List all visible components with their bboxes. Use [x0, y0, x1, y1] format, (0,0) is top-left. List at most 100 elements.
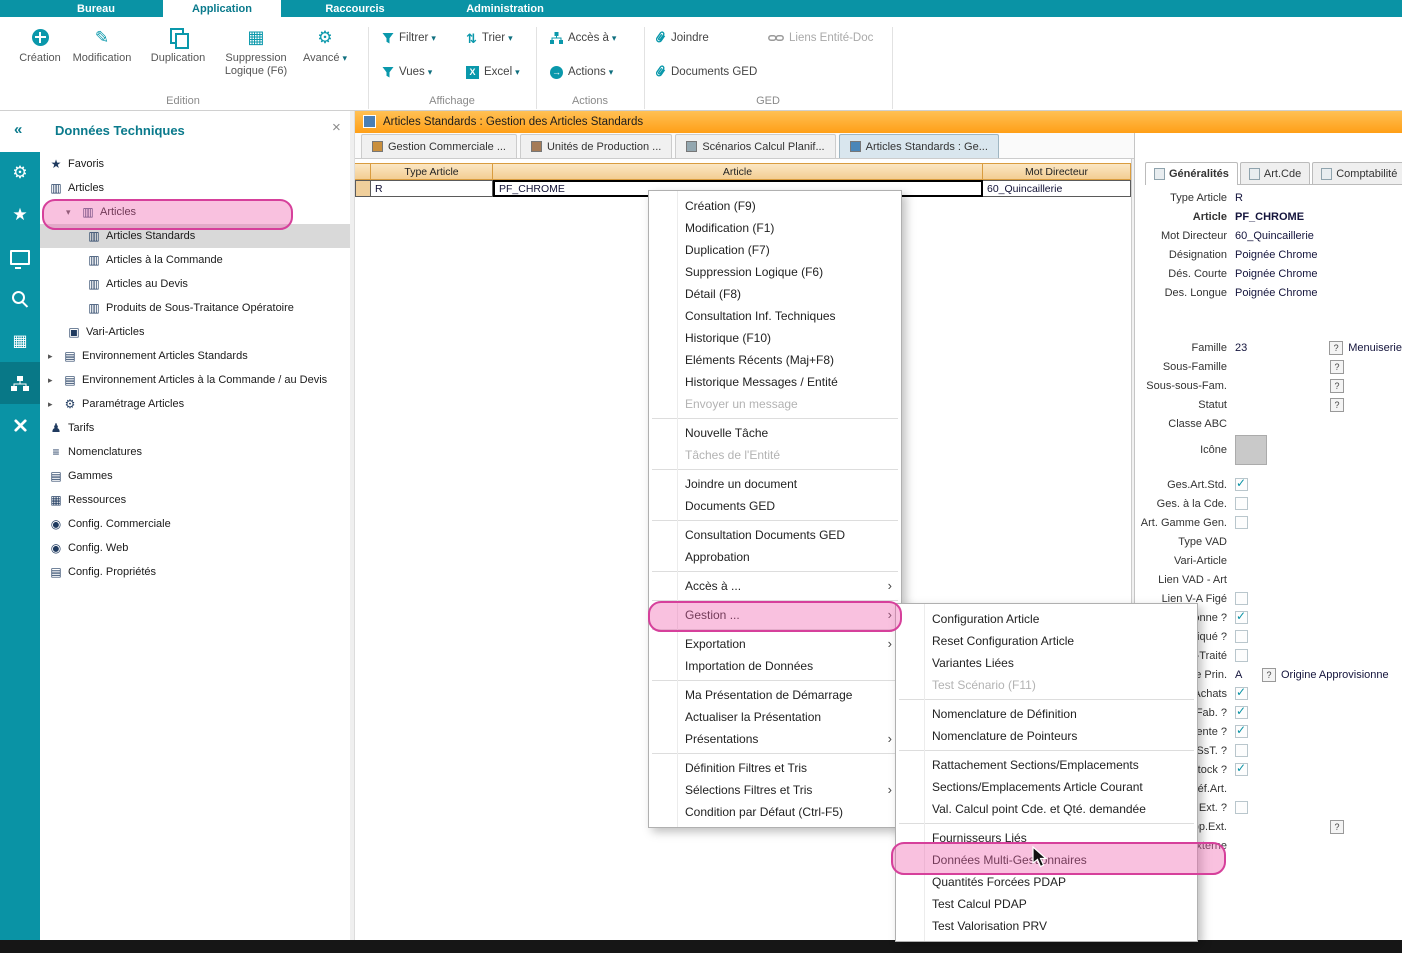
help-icon[interactable]: [1329, 341, 1343, 355]
help-icon[interactable]: [1330, 379, 1344, 393]
access-button[interactable]: Accès à: [546, 28, 620, 48]
column-header[interactable]: Type Article: [371, 163, 493, 180]
checkbox[interactable]: [1235, 687, 1248, 700]
submenu-item[interactable]: Test Valorisation PRV: [896, 915, 1197, 937]
field-value[interactable]: Poignée Chrome: [1235, 249, 1318, 261]
tree-item[interactable]: ◉ Config. Commerciale: [40, 512, 350, 536]
views-button[interactable]: Vues: [378, 62, 436, 82]
field-value[interactable]: Poignée Chrome: [1235, 268, 1318, 280]
checkbox[interactable]: [1235, 725, 1248, 738]
column-header[interactable]: Mot Directeur: [983, 163, 1131, 180]
checkbox[interactable]: [1235, 497, 1248, 510]
field-value[interactable]: Poignée Chrome: [1235, 287, 1318, 299]
context-menu-item[interactable]: Présentations ›: [649, 728, 901, 750]
properties-tab[interactable]: Généralités: [1145, 162, 1238, 185]
tree-expander-icon[interactable]: ▾: [66, 207, 80, 218]
context-menu-item[interactable]: Modification (F1): [649, 217, 901, 239]
submenu-item[interactable]: Variantes Liées: [896, 652, 1197, 674]
advanced-button[interactable]: ⚙ Avancé: [294, 24, 356, 65]
submenu-item[interactable]: Configuration Article: [896, 608, 1197, 630]
tree-item[interactable]: ▣ Vari-Articles: [40, 320, 350, 344]
settings-icon[interactable]: ⚙: [0, 152, 40, 194]
submenu-item[interactable]: Nomenclature de Définition: [896, 703, 1197, 725]
document-tab[interactable]: Gestion Commerciale ...: [361, 134, 517, 158]
field-value[interactable]: PF_CHROME: [1235, 211, 1304, 223]
submenu-item[interactable]: Rattachement Sections/Emplacements: [896, 754, 1197, 776]
context-menu-item[interactable]: Joindre un document: [649, 473, 901, 495]
monitor-icon[interactable]: [0, 236, 40, 278]
filter-button[interactable]: Filtrer: [378, 28, 440, 48]
tree-item[interactable]: ♟ Tarifs: [40, 416, 350, 440]
context-menu-item[interactable]: Création (F9): [649, 195, 901, 217]
tree-item[interactable]: ▥ Articles à la Commande: [40, 248, 350, 272]
context-menu-item[interactable]: Ma Présentation de Démarrage: [649, 684, 901, 706]
context-menu-item[interactable]: Définition Filtres et Tris: [649, 757, 901, 779]
tree-item[interactable]: ★ Favoris: [40, 152, 350, 176]
checkbox[interactable]: [1235, 763, 1248, 776]
help-icon[interactable]: [1330, 360, 1344, 374]
tree-item[interactable]: ▸ ▤ Environnement Articles Standards: [40, 344, 350, 368]
tree-item[interactable]: ▾ ▥ Articles: [40, 200, 350, 224]
context-menu-item[interactable]: Consultation Documents GED: [649, 524, 901, 546]
submenu-item[interactable]: Quantités Forcées PDAP: [896, 871, 1197, 893]
column-header[interactable]: Article: [493, 163, 983, 180]
row-selector-cell[interactable]: [355, 180, 371, 197]
logical-delete-button[interactable]: ▦ Suppression Logique (F6): [218, 24, 294, 77]
context-menu-item[interactable]: Condition par Défaut (Ctrl-F5): [649, 801, 901, 823]
tree-item[interactable]: ▥ Articles Standards: [40, 224, 350, 248]
document-tab[interactable]: Scénarios Calcul Planif...: [675, 134, 835, 158]
field-value[interactable]: R: [1235, 192, 1243, 204]
tree-item[interactable]: ▤ Gammes: [40, 464, 350, 488]
icon-placeholder-box[interactable]: [1235, 435, 1267, 465]
context-menu-item[interactable]: Exportation ›: [649, 633, 901, 655]
context-menu-item[interactable]: Consultation Inf. Techniques: [649, 305, 901, 327]
hierarchy-module-icon[interactable]: [0, 362, 40, 404]
help-icon[interactable]: [1262, 668, 1276, 682]
field-value[interactable]: 60_Quincaillerie: [1235, 230, 1314, 242]
cell-mot-directeur[interactable]: 60_Quincaillerie: [983, 180, 1131, 197]
context-menu-item[interactable]: Gestion ... ›: [649, 604, 901, 626]
tree-item[interactable]: ▤ Config. Propriétés: [40, 560, 350, 584]
context-menu-item[interactable]: Détail (F8): [649, 283, 901, 305]
checkbox[interactable]: [1235, 744, 1248, 757]
tree-item[interactable]: ▸ ▤ Environnement Articles à la Commande…: [40, 368, 350, 392]
tree-expander-icon[interactable]: ▸: [48, 399, 62, 410]
submenu-item[interactable]: Test Calcul PDAP: [896, 893, 1197, 915]
properties-tab[interactable]: Comptabilité: [1312, 162, 1402, 184]
context-menu-item[interactable]: Duplication (F7): [649, 239, 901, 261]
actions-button[interactable]: Actions: [546, 62, 617, 82]
checkbox[interactable]: [1235, 706, 1248, 719]
properties-tab[interactable]: Art.Cde: [1240, 162, 1310, 184]
context-menu-item[interactable]: Suppression Logique (F6): [649, 261, 901, 283]
search-icon[interactable]: [0, 278, 40, 320]
submenu-item[interactable]: Données Multi-Gestionnaires: [896, 849, 1197, 871]
context-menu-item[interactable]: Sélections Filtres et Tris ›: [649, 779, 901, 801]
field-value[interactable]: A: [1235, 669, 1257, 681]
cell-type-article[interactable]: R: [371, 180, 493, 197]
checkbox[interactable]: [1235, 516, 1248, 529]
favorites-star-icon[interactable]: ★: [0, 194, 40, 236]
context-menu-item[interactable]: Historique (F10): [649, 327, 901, 349]
modify-button[interactable]: ✎ Modification: [64, 24, 140, 65]
submenu-item[interactable]: Sections/Emplacements Article Courant: [896, 776, 1197, 798]
nav-tab-bureau[interactable]: Bureau: [58, 0, 134, 17]
context-menu-item[interactable]: Documents GED: [649, 495, 901, 517]
duplicate-button[interactable]: Duplication: [140, 24, 216, 65]
tree-item[interactable]: ▥ Articles au Devis: [40, 272, 350, 296]
tree-expander-icon[interactable]: ▸: [48, 375, 62, 386]
submenu-item[interactable]: Val. Calcul point Cde. et Qté. demandée: [896, 798, 1197, 820]
tools-icon[interactable]: [0, 404, 40, 446]
checkbox[interactable]: [1235, 649, 1248, 662]
checkbox[interactable]: [1235, 592, 1248, 605]
checkbox[interactable]: [1235, 478, 1248, 491]
attach-button[interactable]: Joindre: [650, 28, 713, 48]
tree-expander-icon[interactable]: ▸: [48, 351, 62, 362]
field-value[interactable]: 23: [1235, 342, 1324, 354]
context-menu-item[interactable]: Historique Messages / Entité: [649, 371, 901, 393]
submenu-item[interactable]: Reset Configuration Article: [896, 630, 1197, 652]
tree-item[interactable]: ◉ Config. Web: [40, 536, 350, 560]
checkbox[interactable]: [1235, 801, 1248, 814]
nav-tab-administration[interactable]: Administration: [440, 0, 570, 17]
sort-button[interactable]: ⇅ Trier: [462, 28, 517, 48]
nav-tab-raccourcis[interactable]: Raccourcis: [300, 0, 410, 17]
